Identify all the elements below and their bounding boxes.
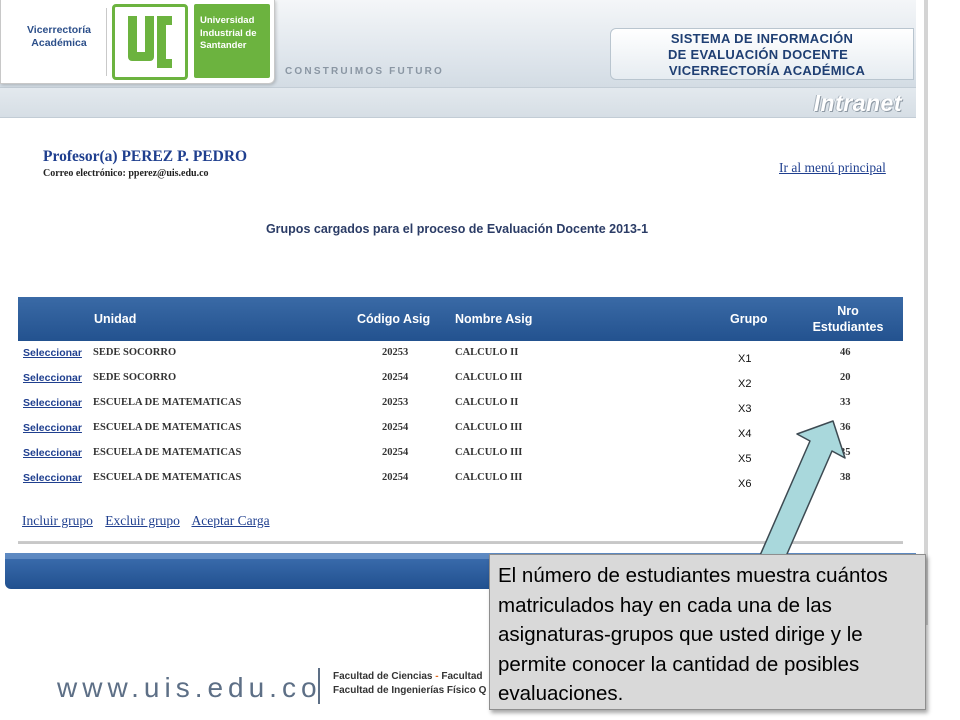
professor-name: Profesor(a) PEREZ P. PEDRO [43, 148, 248, 165]
table-footer-divider [18, 542, 903, 544]
cell-grupo: X4 [738, 428, 752, 440]
site-url: www.uis.edu.co [57, 672, 322, 703]
page-heading: Grupos cargados para el proceso de Evalu… [265, 222, 649, 236]
cell-nro-estudiantes: 46 [840, 347, 851, 358]
uis-logo-icon [112, 4, 188, 80]
vicerrectoria-logo: Vicerrectoría Académica [13, 24, 105, 50]
table-header: Unidad Código Asig Nombre Asig Grupo Nro… [18, 297, 903, 341]
include-group-link[interactable]: Incluir grupo [22, 513, 93, 528]
window-right-edge [924, 0, 928, 625]
cell-nro-estudiantes: 33 [840, 397, 851, 408]
cell-nro-estudiantes: 20 [840, 372, 851, 383]
exclude-group-link[interactable]: Excluir grupo [105, 513, 180, 528]
actions-divider [18, 541, 903, 542]
logo-divider [106, 8, 107, 76]
uis-mark-icon [128, 16, 172, 68]
select-link[interactable]: Seleccionar [23, 397, 82, 409]
system-title-line-3: VICERRECTORÍA ACADÉMICA [668, 63, 866, 78]
select-link[interactable]: Seleccionar [23, 372, 82, 384]
vice-line-1: Vicerrectoría [26, 24, 91, 36]
system-title-line-2: DE EVALUACIÓN DOCENTE [667, 47, 849, 62]
faculty-line-2: Facultad de Ingenierías Físico Q [333, 685, 487, 696]
intranet-bar: Intranet [0, 88, 916, 118]
system-title: SISTEMA DE INFORMACIÓN DE EVALUACIÓN DOC… [610, 28, 914, 80]
table-row: Seleccionar SEDE SOCORRO 20254 CALCULO I… [18, 366, 903, 391]
university-line-2: Industrial de [200, 27, 257, 39]
cell-unidad: SEDE SOCORRO [93, 347, 177, 358]
cell-unidad: ESCUELA DE MATEMATICAS [93, 422, 242, 433]
faculty-ciencias: Facultad de Ciencias [333, 671, 433, 682]
university-line-1: Universidad [200, 15, 255, 26]
university-line-3: Santander [200, 40, 247, 51]
professor-email-row: Correo electrónico: pperez@uis.edu.co [43, 168, 209, 179]
intranet-label: Intranet [813, 90, 902, 116]
column-header-unidad: Unidad [94, 312, 137, 326]
vice-line-2: Académica [31, 37, 87, 49]
column-header-nro-line-1: Nro [837, 304, 859, 318]
table-row: Seleccionar SEDE SOCORRO 20253 CALCULO I… [18, 341, 903, 366]
cell-codigo: 20253 [382, 347, 409, 358]
actions-row: Incluir grupo Excluir grupo Aceptar Carg… [22, 513, 279, 529]
cell-nombre: CALCULO III [455, 422, 523, 433]
cell-unidad: ESCUELA DE MATEMATICAS [93, 397, 242, 408]
logo-box: Vicerrectoría Académica Universidad Indu… [0, 0, 275, 84]
slogan: CONSTRUIMOS FUTURO [285, 66, 445, 77]
column-header-grupo: Grupo [730, 312, 768, 326]
cell-unidad: ESCUELA DE MATEMATICAS [93, 447, 242, 458]
app-frame: Vicerrectoría Académica Universidad Indu… [0, 0, 924, 600]
cell-codigo: 20253 [382, 397, 409, 408]
cell-codigo: 20254 [382, 372, 409, 383]
email-value: pperez@uis.edu.co [128, 168, 209, 179]
cell-nombre: CALCULO II [455, 347, 519, 358]
system-title-line-1: SISTEMA DE INFORMACIÓN [670, 31, 854, 46]
cell-grupo: X3 [738, 403, 752, 415]
footer-divider [318, 668, 320, 704]
email-label: Correo electrónico: [43, 168, 126, 179]
table-row: Seleccionar ESCUELA DE MATEMATICAS 20254… [18, 416, 903, 441]
table-row: Seleccionar ESCUELA DE MATEMATICAS 20254… [18, 441, 903, 466]
cell-codigo: 20254 [382, 422, 409, 433]
accept-load-link[interactable]: Aceptar Carga [191, 513, 269, 528]
column-header-nro-line-2: Estudiantes [812, 320, 884, 334]
column-header-nro-estudiantes: Nro Estudiantes [798, 297, 898, 341]
cell-nro-estudiantes: 38 [840, 472, 851, 483]
faculty-lines: Facultad de Ciencias - Facultad Facultad… [333, 670, 486, 698]
explanation-callout: El número de estudiantes muestra cuántos… [489, 554, 926, 710]
cell-nombre: CALCULO III [455, 372, 523, 383]
groups-table: Unidad Código Asig Nombre Asig Grupo Nro… [18, 297, 903, 544]
cell-grupo: X1 [738, 353, 752, 365]
cell-unidad: ESCUELA DE MATEMATICAS [93, 472, 242, 483]
select-link[interactable]: Seleccionar [23, 447, 82, 459]
select-link[interactable]: Seleccionar [23, 422, 82, 434]
column-header-nombre: Nombre Asig [455, 312, 533, 326]
column-header-codigo: Código Asig [357, 312, 431, 326]
cell-nombre: CALCULO III [455, 447, 523, 458]
table-body: Seleccionar SEDE SOCORRO 20253 CALCULO I… [18, 341, 903, 544]
cell-unidad: SEDE SOCORRO [93, 372, 177, 383]
select-link[interactable]: Seleccionar [23, 347, 82, 359]
faculty-line-1: Facultad de Ciencias - Facultad [333, 670, 486, 684]
faculty-next: Facultad [441, 671, 483, 682]
university-name-box: Universidad Industrial de Santander [194, 4, 270, 78]
cell-grupo: X6 [738, 478, 752, 490]
cell-nro-estudiantes: 36 [840, 422, 851, 433]
table-row: Seleccionar ESCUELA DE MATEMATICAS 20253… [18, 391, 903, 416]
header-banner: Vicerrectoría Académica Universidad Indu… [0, 0, 916, 88]
cell-grupo: X5 [738, 453, 752, 465]
cell-grupo: X2 [738, 378, 752, 390]
cell-nro-estudiantes: 35 [840, 447, 851, 458]
table-row: Seleccionar ESCUELA DE MATEMATICAS 20254… [18, 466, 903, 491]
cell-nombre: CALCULO II [455, 397, 519, 408]
cell-codigo: 20254 [382, 472, 409, 483]
cell-codigo: 20254 [382, 447, 409, 458]
select-link[interactable]: Seleccionar [23, 472, 82, 484]
cell-nombre: CALCULO III [455, 472, 523, 483]
main-menu-link[interactable]: Ir al menú principal [779, 160, 886, 176]
